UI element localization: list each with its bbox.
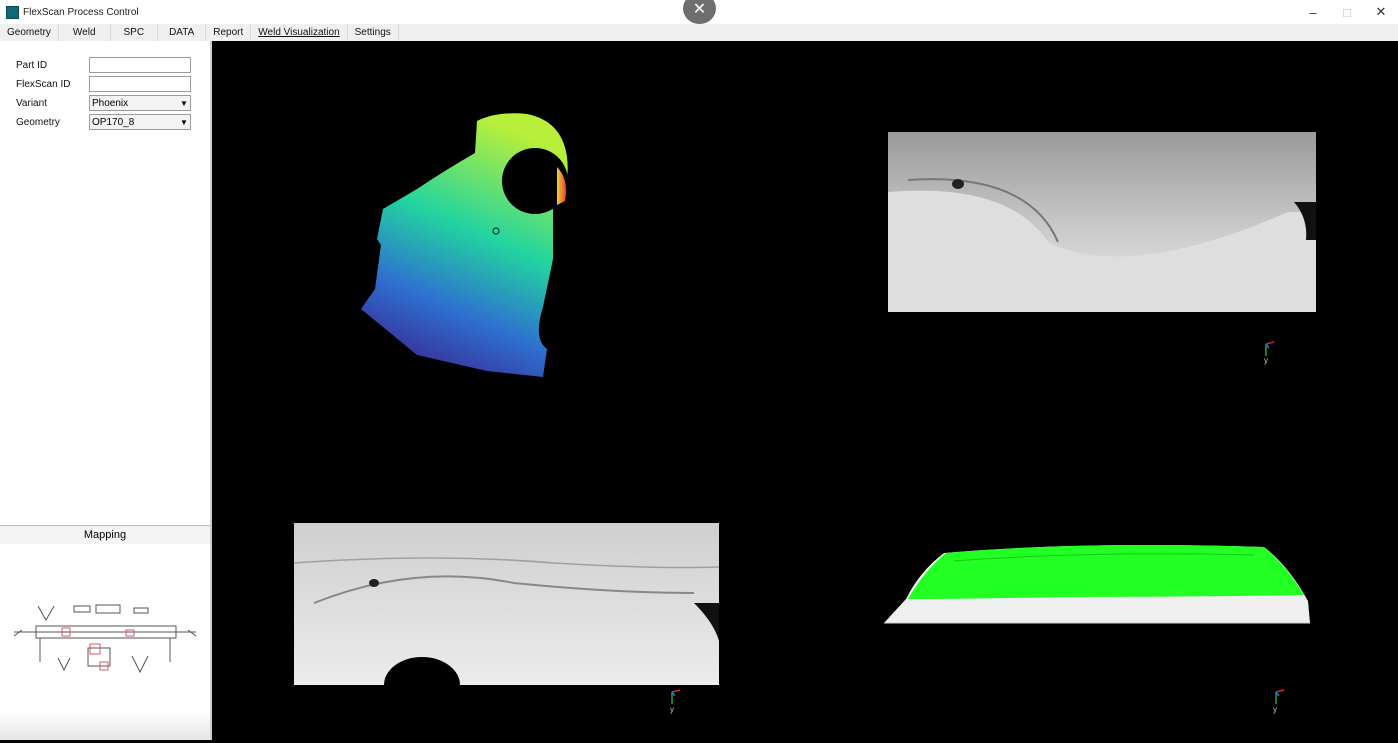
tab-settings[interactable]: Settings	[348, 24, 399, 41]
window-title: FlexScan Process Control	[23, 6, 139, 18]
maximize-button[interactable]: □	[1330, 0, 1364, 24]
axis-label: y	[1264, 356, 1268, 365]
depth-map-view[interactable]	[357, 109, 617, 384]
variant-row: Variant Phoenix ▼	[16, 95, 196, 111]
chevron-down-icon: ▼	[180, 117, 188, 127]
menu-bar: Geometry Weld SPC DATA Report Weld Visua…	[0, 24, 1398, 41]
flexscan-id-input[interactable]	[89, 76, 191, 92]
axis-label: y	[1273, 705, 1277, 714]
flexscan-id-label: FlexScan ID	[16, 78, 71, 90]
mapping-header: Mapping	[0, 525, 210, 545]
flexscan-id-row: FlexScan ID	[16, 76, 196, 92]
tab-geometry[interactable]: Geometry	[0, 24, 59, 41]
weld-visualization-viewport[interactable]: y y y	[212, 41, 1398, 740]
geometry-row: Geometry OP170_8 ▼	[16, 114, 196, 130]
window-controls: – □ ✕	[1296, 0, 1398, 24]
part-id-input[interactable]	[89, 57, 191, 73]
tab-spc[interactable]: SPC	[111, 24, 159, 41]
sidebar: Part ID FlexScan ID Variant Phoenix ▼ Ge…	[0, 41, 212, 740]
axis-triad-icon	[671, 689, 681, 704]
tab-weld[interactable]: Weld	[59, 24, 111, 41]
variant-select[interactable]: Phoenix ▼	[89, 95, 191, 111]
tab-data[interactable]: DATA	[158, 24, 207, 41]
axis-triad-icon	[1265, 341, 1275, 356]
part-id-row: Part ID	[16, 57, 196, 73]
fixture-map-image	[13, 604, 197, 674]
top-scan-view[interactable]	[888, 132, 1316, 312]
axis-label: y	[670, 705, 674, 714]
app-icon	[6, 5, 19, 19]
chevron-down-icon: ▼	[180, 98, 188, 108]
minimize-button[interactable]: –	[1296, 0, 1330, 24]
side-scan-view[interactable]	[294, 523, 719, 685]
tab-report[interactable]: Report	[206, 24, 252, 41]
geometry-select[interactable]: OP170_8 ▼	[89, 114, 191, 130]
part-id-label: Part ID	[16, 59, 48, 71]
geometry-label: Geometry	[16, 116, 60, 128]
weld-overlay-view[interactable]	[884, 541, 1310, 627]
close-button[interactable]: ✕	[1364, 0, 1398, 24]
mapping-diagram[interactable]	[0, 544, 210, 740]
variant-value: Phoenix	[92, 97, 129, 109]
geometry-value: OP170_8	[92, 116, 135, 128]
axis-triad-icon	[1275, 689, 1285, 704]
variant-label: Variant	[16, 97, 47, 109]
tab-weld-visualization[interactable]: Weld Visualization	[251, 24, 348, 41]
